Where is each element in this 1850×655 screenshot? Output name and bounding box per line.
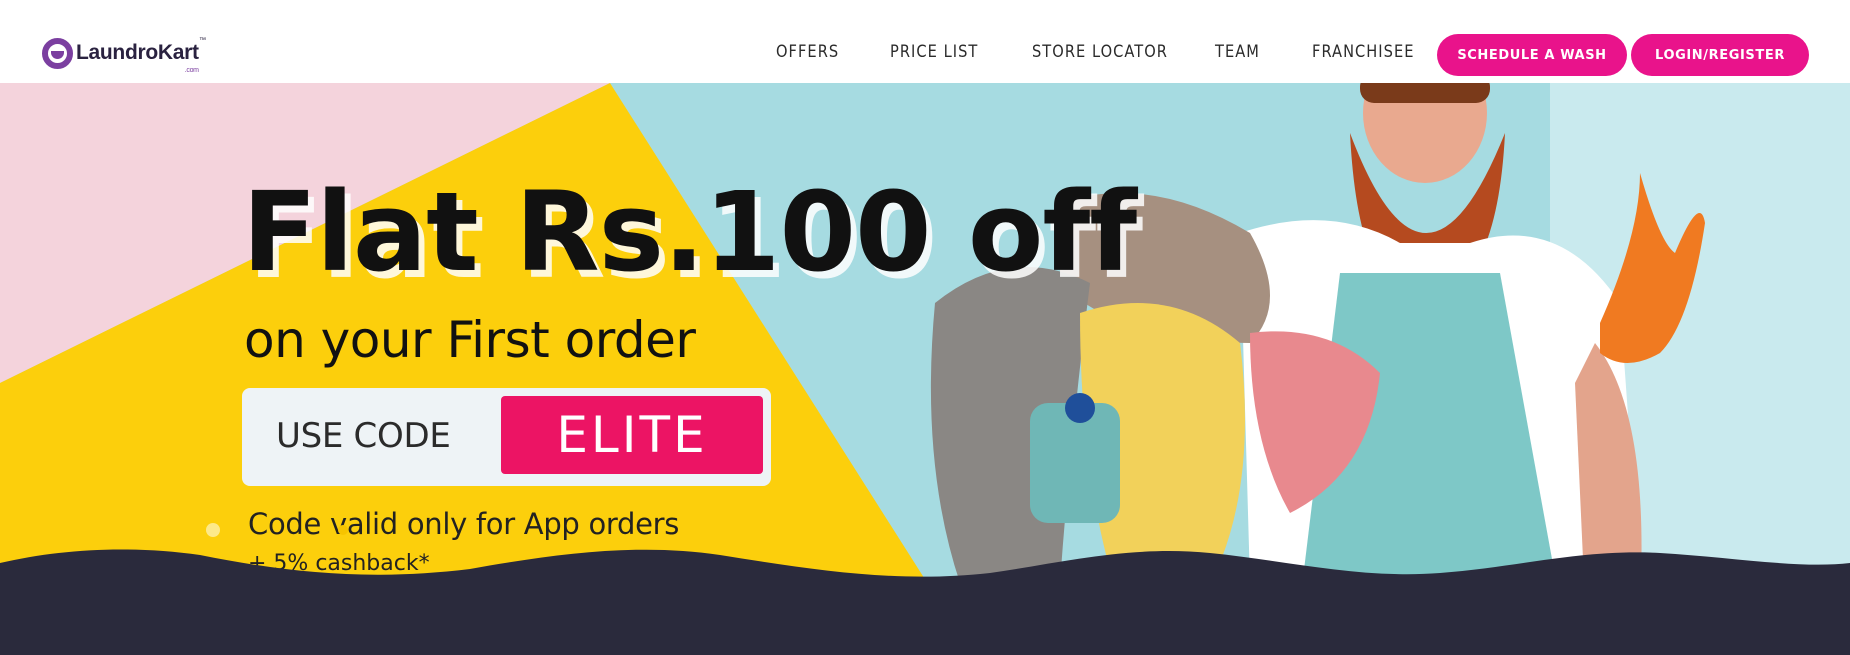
promo-code-value: ELITE <box>556 406 708 464</box>
cashback-note: + 5% cashback* <box>248 551 430 576</box>
nav-link-offers[interactable]: OFFERS <box>776 42 839 62</box>
nav-link-price-list[interactable]: PRICE LIST <box>890 42 978 62</box>
app-only-note: Code valid only for App orders <box>248 507 680 541</box>
hero-banner[interactable]: Flat Rs.100 off Flat Rs.100 off on your … <box>0 83 1850 655</box>
subheadline: on your First order <box>244 311 696 369</box>
laundrokart-logo[interactable]: LaundroKart ™ .com <box>42 34 206 74</box>
schedule-wash-button[interactable]: SCHEDULE A WASH <box>1437 34 1627 76</box>
nav-link-franchisee[interactable]: FRANCHISEE <box>1312 42 1415 62</box>
nav-link-team[interactable]: TEAM <box>1215 42 1260 62</box>
promo-code-chip[interactable]: ELITE <box>501 396 763 474</box>
site-header: LaundroKart ™ .com OFFERS PRICE LIST STO… <box>0 0 1850 83</box>
brand-suffix: .com <box>184 67 199 74</box>
brand-tm: ™ <box>199 37 206 44</box>
headline: Flat Rs.100 off <box>242 168 1137 296</box>
carousel-dot-active[interactable] <box>338 525 348 535</box>
login-register-button[interactable]: LOGIN/REGISTER <box>1631 34 1809 76</box>
logo-icon <box>42 37 73 69</box>
promo-code-label: USE CODE <box>276 416 451 456</box>
promo-code-box: USE CODE ELITE <box>242 388 771 486</box>
brand-name: LaundroKart <box>76 41 199 64</box>
carousel-dot[interactable] <box>206 523 220 537</box>
nav-link-store-locator[interactable]: STORE LOCATOR <box>1032 42 1168 62</box>
logo-text: LaundroKart ™ .com <box>76 37 206 74</box>
